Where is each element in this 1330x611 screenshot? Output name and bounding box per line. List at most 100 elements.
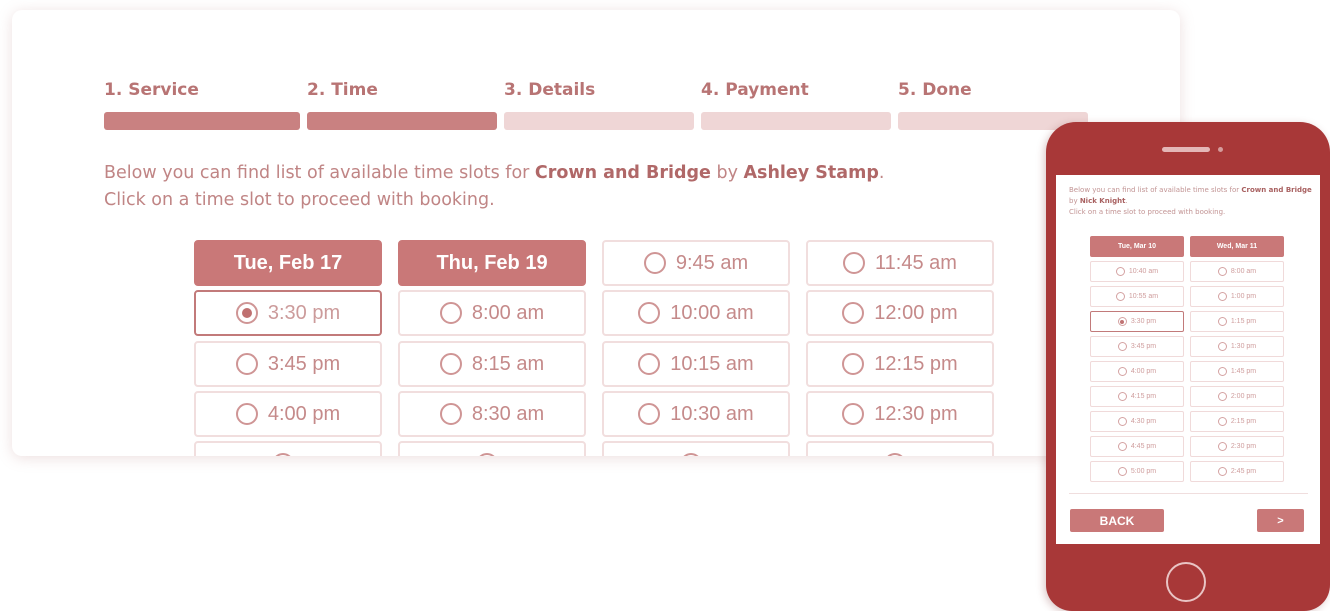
mobile-intro-period: . <box>1125 197 1128 205</box>
time-slot[interactable]: 8:00 am <box>398 290 586 336</box>
time-slot[interactable]: 12:15 pm <box>806 341 994 387</box>
mobile-time-slot[interactable]: 3:45 pm <box>1090 336 1184 357</box>
mobile-day-header: Wed, Mar 11 <box>1190 236 1284 257</box>
time-slot[interactable]: 11:45 am <box>806 240 994 286</box>
next-button[interactable]: > <box>1257 509 1304 532</box>
mobile-time-slot[interactable]: 4:00 pm <box>1090 361 1184 382</box>
time-slot-label: 8:00 am <box>471 301 545 324</box>
step-payment[interactable]: 4. Payment <box>701 80 809 100</box>
booking-widget: 1. Service 2. Time 3. Details 4. Payment… <box>12 10 1180 456</box>
radio-icon <box>1117 342 1127 351</box>
mobile-time-slot[interactable]: 1:00 pm <box>1190 286 1284 307</box>
radio-icon <box>884 453 906 456</box>
radio-icon <box>1117 467 1127 476</box>
time-slot[interactable]: 4:00 pm <box>194 391 382 437</box>
radio-icon <box>842 403 865 425</box>
step-label: 3. Details <box>504 80 596 100</box>
step-label: 4. Payment <box>701 80 809 100</box>
mobile-time-slot[interactable]: 3:30 pm <box>1090 311 1184 332</box>
time-slot[interactable] <box>194 441 382 456</box>
mobile-time-slot-label: 2:30 pm <box>1230 443 1257 450</box>
mobile-time-slot[interactable]: 2:45 pm <box>1190 461 1284 482</box>
radio-icon <box>1115 292 1125 301</box>
radio-icon <box>843 252 866 274</box>
day-header: Thu, Feb 19 <box>398 240 586 286</box>
time-slot[interactable]: 10:15 am <box>602 341 790 387</box>
mobile-divider <box>1069 493 1308 494</box>
time-slot[interactable] <box>602 441 790 456</box>
radio-icon <box>842 302 865 324</box>
time-slot[interactable]: 12:30 pm <box>806 391 994 437</box>
radio-icon <box>680 453 702 456</box>
home-button-icon[interactable] <box>1166 562 1206 602</box>
mobile-intro-by: by <box>1069 197 1080 205</box>
intro-period: . <box>878 163 885 183</box>
time-slot[interactable] <box>806 441 994 456</box>
radio-icon <box>1117 392 1127 401</box>
mobile-time-slot[interactable]: 1:15 pm <box>1190 311 1284 332</box>
step-done[interactable]: 5. Done <box>898 80 972 100</box>
mobile-time-slot-label: 3:45 pm <box>1130 343 1157 350</box>
time-slot-label: 3:30 pm <box>267 301 341 324</box>
radio-icon <box>235 353 258 375</box>
radio-icon <box>439 403 462 425</box>
radio-icon <box>439 302 462 324</box>
step-bar-time <box>307 112 497 130</box>
radio-icon <box>1217 467 1227 476</box>
time-slot[interactable]: 12:00 pm <box>806 290 994 336</box>
radio-icon <box>643 252 666 274</box>
step-label: 1. Service <box>104 80 199 100</box>
mobile-time-slot[interactable]: 2:30 pm <box>1190 436 1284 457</box>
radio-icon <box>842 353 865 375</box>
mobile-time-slot[interactable]: 5:00 pm <box>1090 461 1184 482</box>
mobile-time-slot-label: 2:45 pm <box>1230 468 1257 475</box>
radio-icon <box>638 353 661 375</box>
time-slot-label: 10:15 am <box>670 352 754 375</box>
step-details[interactable]: 3. Details <box>504 80 595 100</box>
time-slot-label: 9:45 am <box>675 251 749 274</box>
mobile-time-slot[interactable]: 1:45 pm <box>1190 361 1284 382</box>
radio-icon <box>1217 292 1227 301</box>
mobile-time-slot-label: 4:45 pm <box>1130 443 1157 450</box>
radio-icon <box>1217 442 1227 451</box>
time-slot-label: 10:30 am <box>670 402 754 425</box>
time-slot[interactable]: 10:00 am <box>602 290 790 336</box>
phone-screen: Below you can find list of available tim… <box>1056 175 1320 544</box>
mobile-time-slot-label: 5:00 pm <box>1130 468 1157 475</box>
time-slot[interactable]: 8:30 am <box>398 391 586 437</box>
mobile-intro-line-2: Click on a time slot to proceed with boo… <box>1069 208 1226 216</box>
time-slot-label: 8:30 am <box>471 402 545 425</box>
mobile-time-slot[interactable]: 8:00 am <box>1190 261 1284 282</box>
mobile-time-slot[interactable]: 4:30 pm <box>1090 411 1184 432</box>
mobile-staff-name: Nick Knight <box>1079 197 1126 205</box>
time-slot[interactable]: 8:15 am <box>398 341 586 387</box>
mobile-time-slot-label: 1:45 pm <box>1230 368 1257 375</box>
mobile-time-slot[interactable]: 2:15 pm <box>1190 411 1284 432</box>
time-slot[interactable]: 9:45 am <box>602 240 790 286</box>
back-button[interactable]: BACK <box>1070 509 1164 532</box>
radio-icon <box>1217 392 1227 401</box>
mobile-time-slot[interactable]: 1:30 pm <box>1190 336 1284 357</box>
phone-speaker <box>1162 147 1210 152</box>
step-service[interactable]: 1. Service <box>104 80 199 100</box>
time-slot[interactable]: 3:30 pm <box>194 290 382 336</box>
mobile-time-slot[interactable]: 10:40 am <box>1090 261 1184 282</box>
radio-icon <box>1217 267 1227 276</box>
mobile-time-slot-label: 8:00 am <box>1230 268 1257 275</box>
mobile-time-slot[interactable]: 10:55 am <box>1090 286 1184 307</box>
radio-icon <box>1217 417 1227 426</box>
intro-line-2: Click on a time slot to proceed with boo… <box>104 190 495 210</box>
radio-icon <box>1117 417 1127 426</box>
radio-icon <box>1217 317 1227 326</box>
mobile-time-slot[interactable]: 2:00 pm <box>1190 386 1284 407</box>
mobile-time-slot[interactable]: 4:45 pm <box>1090 436 1184 457</box>
step-time[interactable]: 2. Time <box>307 80 378 100</box>
time-slot[interactable]: 3:45 pm <box>194 341 382 387</box>
intro-by: by <box>710 163 744 183</box>
time-slot[interactable] <box>398 441 586 456</box>
mobile-time-slot[interactable]: 4:15 pm <box>1090 386 1184 407</box>
step-label: 2. Time <box>307 80 378 100</box>
mobile-time-slot-label: 10:55 am <box>1128 293 1159 300</box>
time-slot-label: 11:45 am <box>875 251 957 274</box>
time-slot[interactable]: 10:30 am <box>602 391 790 437</box>
